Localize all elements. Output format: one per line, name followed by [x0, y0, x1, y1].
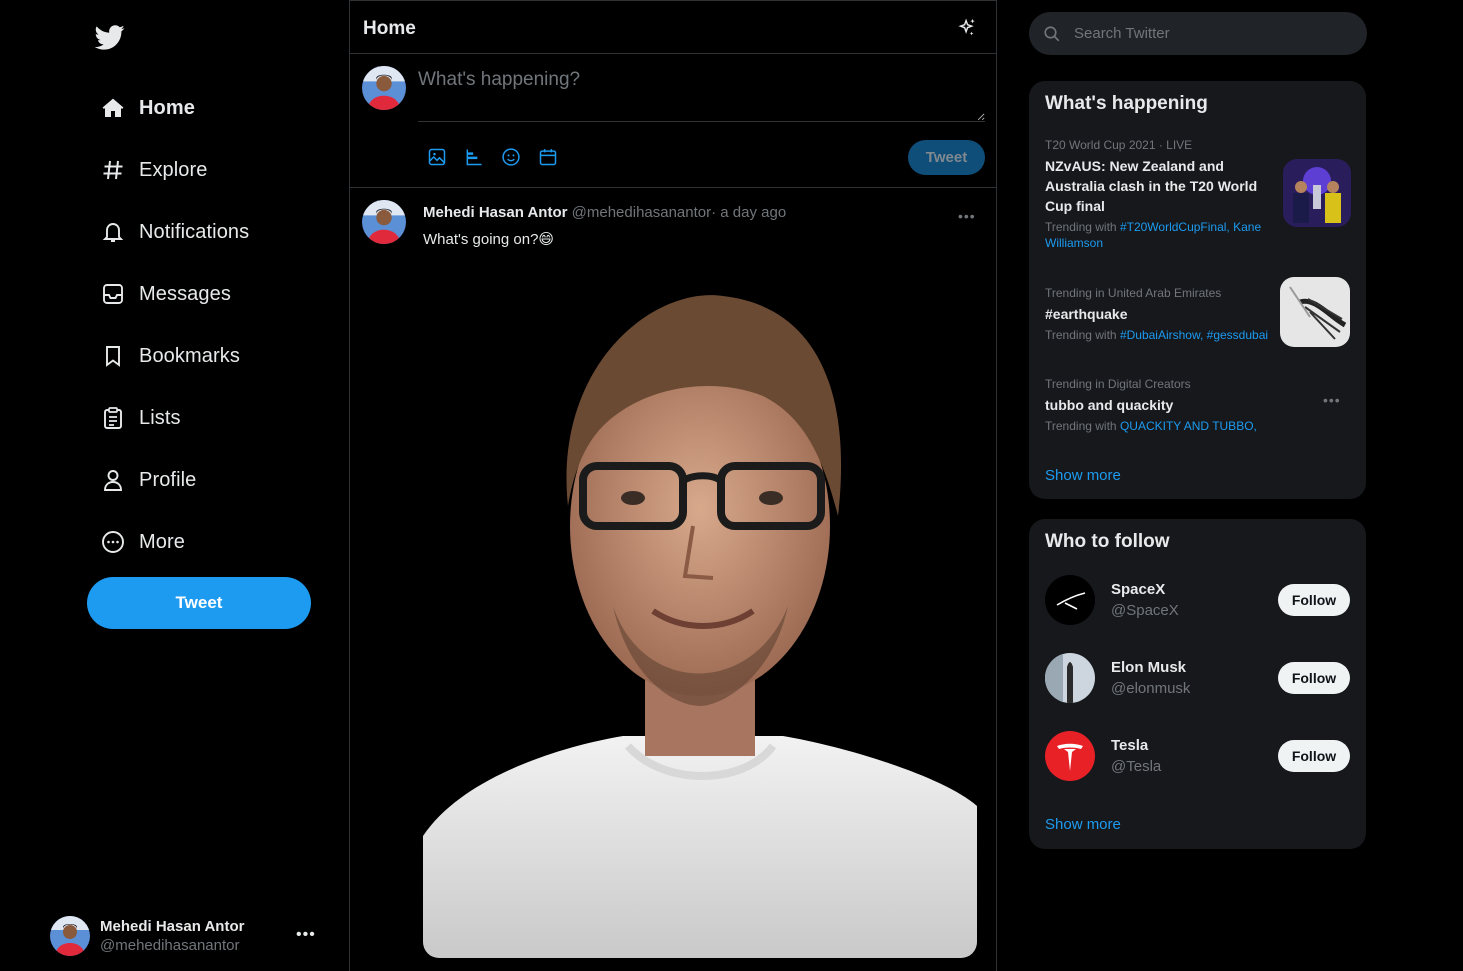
tweet-header: Mehedi Hasan Antor @mehedihasanantor· a … [423, 204, 786, 221]
tweet-timestamp[interactable]: · a day ago [711, 204, 786, 221]
follow-name: SpaceX [1111, 581, 1166, 598]
person-icon [100, 467, 126, 493]
follow-button[interactable]: Follow [1278, 584, 1350, 616]
tweet[interactable]: Mehedi Hasan Antor @mehedihasanantor· a … [350, 188, 996, 971]
account-handle: @mehedihasanantor [100, 937, 240, 954]
nav-item-label: Notifications [139, 220, 250, 243]
nav-item-label: Lists [139, 406, 181, 429]
trend-related: Trending with #T20WorldCupFinal, Kane Wi… [1045, 220, 1262, 250]
avatar [362, 66, 406, 110]
trend-thumbnail [1280, 277, 1350, 347]
avatar[interactable] [362, 200, 406, 244]
avatar [50, 916, 90, 956]
bell-icon [100, 219, 126, 245]
nav-item-label: Explore [139, 158, 208, 181]
timeline: Home Tweet Mehedi Hasan Antor @mehedihas… [349, 0, 997, 971]
avatar [1045, 731, 1095, 781]
trend-item[interactable]: Trending in Digital Creators tubbo and q… [1045, 377, 1353, 434]
home-icon [100, 95, 126, 121]
nav-item-label: Bookmarks [139, 344, 240, 367]
follow-suggestion[interactable]: SpaceX @SpaceX Follow [1045, 575, 1350, 625]
more-options-icon[interactable]: ••• [958, 208, 976, 224]
trends-show-more-link[interactable]: Show more [1045, 467, 1121, 484]
page-title: Home [363, 18, 416, 39]
trend-thumbnail [1283, 159, 1351, 227]
trend-tags[interactable]: #DubaiAirshow, #gessdubai [1120, 328, 1268, 342]
left-sidebar: Home Explore Notifications Messages Book… [0, 0, 349, 971]
search-icon [1043, 25, 1061, 43]
follow-handle: @SpaceX [1111, 602, 1179, 619]
tweet-text: What's going on?😄 [423, 231, 555, 248]
right-sidebar: What's happening T20 World Cup 2021 · LI… [997, 0, 1463, 971]
nav-item-bookmarks[interactable]: Bookmarks [100, 336, 240, 376]
poll-icon[interactable] [463, 146, 484, 167]
more-options-icon[interactable]: ••• [1323, 392, 1341, 408]
trend-tags[interactable]: QUACKITY AND TUBBO, [1120, 419, 1257, 433]
trend-item[interactable]: Trending in United Arab Emirates #earthq… [1045, 277, 1353, 347]
tweet-composer: Tweet [350, 54, 996, 188]
nav-item-home[interactable]: Home [100, 88, 195, 128]
follow-suggestion[interactable]: Elon Musk @elonmusk Follow [1045, 653, 1350, 703]
more-circle-icon [100, 529, 126, 555]
who-to-follow-show-more-link[interactable]: Show more [1045, 816, 1121, 833]
nav-item-label: Home [139, 96, 195, 119]
follow-button[interactable]: Follow [1278, 662, 1350, 694]
follow-name: Tesla [1111, 737, 1149, 754]
trend-related: Trending with QUACKITY AND TUBBO, [1045, 419, 1257, 433]
bookmark-icon [100, 343, 126, 369]
nav-item-more[interactable]: More [100, 522, 185, 562]
tweet-button[interactable]: Tweet [87, 577, 311, 629]
nav-item-notifications[interactable]: Notifications [100, 212, 249, 252]
follow-name: Elon Musk [1111, 659, 1187, 676]
trend-item[interactable]: T20 World Cup 2021 · LIVE NZvAUS: New Ze… [1045, 138, 1353, 251]
tweet-author-handle[interactable]: @mehedihasanantor [572, 204, 711, 221]
tweet-image[interactable] [423, 276, 977, 958]
inbox-icon [100, 281, 126, 307]
nav-item-lists[interactable]: Lists [100, 398, 181, 438]
emoji-icon[interactable] [500, 146, 521, 167]
avatar [1045, 575, 1095, 625]
more-options-icon[interactable]: ••• [296, 926, 316, 944]
nav-item-label: More [139, 530, 185, 553]
nav-item-label: Messages [139, 282, 231, 305]
image-icon[interactable] [426, 146, 447, 167]
tweet-author-name[interactable]: Mehedi Hasan Antor [423, 204, 567, 221]
nav-item-messages[interactable]: Messages [100, 274, 231, 314]
trends-title: What's happening [1045, 93, 1208, 114]
follow-suggestion[interactable]: Tesla @Tesla Follow [1045, 731, 1350, 781]
hashtag-icon [100, 157, 126, 183]
follow-button[interactable]: Follow [1278, 740, 1350, 772]
compose-tweet-button[interactable]: Tweet [908, 140, 985, 175]
account-name: Mehedi Hasan Antor [100, 918, 245, 935]
follow-handle: @elonmusk [1111, 680, 1191, 697]
trend-title: tubbo and quackity [1045, 397, 1174, 413]
nav-item-label: Profile [139, 468, 197, 491]
trend-meta: Trending in Digital Creators [1045, 377, 1191, 391]
account-switcher[interactable]: Mehedi Hasan Antor @mehedihasanantor ••• [50, 914, 320, 958]
schedule-icon[interactable] [537, 146, 558, 167]
compose-input[interactable] [418, 66, 985, 122]
nav-item-explore[interactable]: Explore [100, 150, 208, 190]
follow-handle: @Tesla [1111, 758, 1162, 775]
trend-title: NZvAUS: New Zealand and Australia clash … [1045, 158, 1258, 214]
who-to-follow-title: Who to follow [1045, 531, 1170, 552]
sparkle-icon[interactable] [956, 17, 978, 39]
who-to-follow-panel: Who to follow SpaceX @SpaceX Follow Elon… [1029, 519, 1366, 849]
search-input[interactable] [1074, 25, 1334, 42]
twitter-logo-icon[interactable] [94, 22, 128, 52]
nav-item-profile[interactable]: Profile [100, 460, 196, 500]
trend-meta: T20 World Cup 2021 · LIVE [1045, 138, 1193, 152]
trends-panel: What's happening T20 World Cup 2021 · LI… [1029, 81, 1366, 499]
search-box[interactable] [1029, 12, 1367, 55]
avatar [1045, 653, 1095, 703]
list-icon [100, 405, 126, 431]
timeline-header: Home [350, 0, 996, 54]
composer-toolbar [426, 146, 558, 167]
